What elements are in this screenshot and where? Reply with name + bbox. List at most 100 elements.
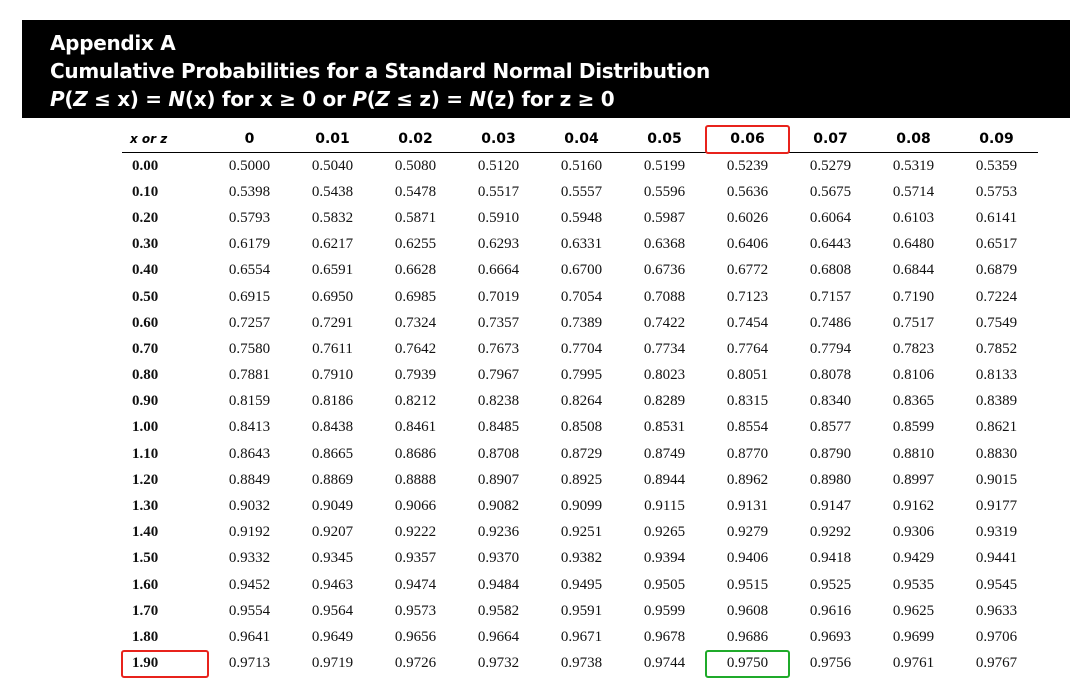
table-cell: 0.5359 (975, 157, 1018, 174)
corner-label: x or z (122, 126, 208, 153)
table-cell: 0.9279 (726, 524, 769, 541)
table-cell: 0.8643 (228, 445, 271, 462)
table-cell: 0.8212 (394, 393, 437, 410)
table-cell: 0.7764 (726, 340, 769, 357)
table-cell: 0.7517 (892, 314, 935, 331)
table-cell: 0.9418 (809, 550, 852, 567)
table-row: 1.10 0.8643 0.8665 0.8686 0.8708 0.8729 0.8749… (122, 441, 1038, 467)
table-cell: 0.5517 (477, 183, 520, 200)
table-cell: 0.8686 (394, 445, 437, 462)
table-cell: 0.9678 (643, 628, 686, 645)
table-cell: 0.9767 (975, 655, 1018, 672)
table-cell: 0.6628 (394, 262, 437, 279)
table-cell: 0.9370 (477, 550, 520, 567)
table-cell: 0.7486 (809, 314, 852, 331)
table-cell: 0.9713 (228, 655, 271, 672)
table-row: 1.70 0.9554 0.9564 0.9573 0.9582 0.9591 0.9599… (122, 598, 1038, 624)
table-cell: 0.9357 (394, 550, 437, 567)
table-cell: 0.6179 (228, 236, 271, 253)
row-header: 0.20 (132, 209, 159, 226)
table-cell: 0.5675 (809, 183, 852, 200)
row-header: 0.30 (132, 236, 159, 253)
table-cell: 0.9732 (477, 655, 520, 672)
table-cell: 0.8554 (726, 419, 769, 436)
table-formula: P(Z ≤ x) = N(x) for x ≥ 0 or P(Z ≤ z) = … (50, 87, 615, 111)
table-cell: 0.9082 (477, 498, 520, 515)
row-header: 0.60 (132, 314, 159, 331)
table-cell: 0.8729 (560, 445, 603, 462)
row-header: 0.90 (132, 393, 159, 410)
table-cell: 0.8665 (311, 445, 354, 462)
table-cell: 0.8106 (892, 367, 935, 384)
table-cell: 0.8264 (560, 393, 603, 410)
table-cell: 0.6772 (726, 262, 769, 279)
table-cell: 0.5753 (975, 183, 1018, 200)
table-cell: 0.8023 (643, 367, 686, 384)
column-header: 0.01 (291, 126, 374, 153)
table-cell: 0.5438 (311, 183, 354, 200)
row-header: 1.50 (132, 550, 159, 567)
table-cell: 0.9564 (311, 602, 354, 619)
table-row: 0.20 0.5793 0.5832 0.5871 0.5910 0.5948 0.5987… (122, 205, 1038, 231)
table-cell: 0.7389 (560, 314, 603, 331)
table-title: Cumulative Probabilities for a Standard … (50, 59, 710, 83)
table-cell: 0.5557 (560, 183, 603, 200)
column-header: 0.04 (540, 126, 623, 153)
table-cell: 0.9332 (228, 550, 271, 567)
table-cell: 0.8810 (892, 445, 935, 462)
table-cell: 0.6700 (560, 262, 603, 279)
table-cell: 0.8962 (726, 471, 769, 488)
table-cell: 0.9738 (560, 655, 603, 672)
table-cell: 0.8389 (975, 393, 1018, 410)
table-cell: 0.6064 (809, 209, 852, 226)
row-header: 1.90 (121, 649, 209, 678)
table-cell: 0.6480 (892, 236, 935, 253)
table-cell: 0.9452 (228, 576, 271, 593)
table-cell: 0.9115 (644, 498, 685, 515)
table-cell: 0.5040 (311, 157, 354, 174)
row-header: 1.10 (132, 445, 159, 462)
column-header: 0.09 (955, 126, 1038, 153)
table-cell: 0.9049 (311, 498, 354, 515)
table-cell: 0.6985 (394, 288, 437, 305)
column-header: 0.03 (457, 126, 540, 153)
table-cell: 0.7088 (643, 288, 686, 305)
table-cell: 0.7734 (643, 340, 686, 357)
table-cell: 0.9656 (394, 628, 437, 645)
row-header: 0.40 (132, 262, 159, 279)
table-row: 0.40 0.6554 0.6591 0.6628 0.6664 0.6700 0.6736… (122, 258, 1038, 284)
table-cell: 0.8621 (975, 419, 1018, 436)
table-cell: 0.9292 (809, 524, 852, 541)
row-header: 1.70 (132, 602, 159, 619)
table-cell: 0.6879 (975, 262, 1018, 279)
table-cell: 0.7642 (394, 340, 437, 357)
table-cell: 0.5714 (892, 183, 935, 200)
table-cell: 0.9207 (311, 524, 354, 541)
column-header: 0 (208, 126, 291, 153)
table-cell: 0.7324 (394, 314, 437, 331)
table-cell: 0.6443 (809, 236, 852, 253)
table-cell: 0.7967 (477, 367, 520, 384)
table-cell: 0.5793 (228, 209, 271, 226)
table-cell: 0.9693 (809, 628, 852, 645)
table-cell: 0.9616 (809, 602, 852, 619)
table-cell: 0.9394 (643, 550, 686, 567)
table-cell: 0.8997 (892, 471, 935, 488)
table-cell: 0.5832 (311, 209, 354, 226)
table-cell: 0.7910 (311, 367, 354, 384)
header-row: x or z 0 0.01 0.02 0.03 0.04 0.05 0.06 0.07 0.08… (122, 125, 1038, 154)
row-header: 0.80 (132, 367, 159, 384)
table-cell: 0.8708 (477, 445, 520, 462)
table-cell: 0.8340 (809, 393, 852, 410)
table-cell: 0.9573 (394, 602, 437, 619)
table-cell: 0.9535 (892, 576, 935, 593)
table-row: 1.00 0.8413 0.8438 0.8461 0.8485 0.8508 0.8531… (122, 415, 1038, 441)
table-cell: 0.6255 (394, 236, 437, 253)
table-cell: 0.5120 (477, 157, 520, 174)
table-cell: 0.9726 (394, 655, 437, 672)
table-cell: 0.6141 (975, 209, 1018, 226)
table-cell: 0.8599 (892, 419, 935, 436)
table-cell: 0.7823 (892, 340, 935, 357)
table-cell: 0.9406 (726, 550, 769, 567)
table-cell: 0.8238 (477, 393, 520, 410)
